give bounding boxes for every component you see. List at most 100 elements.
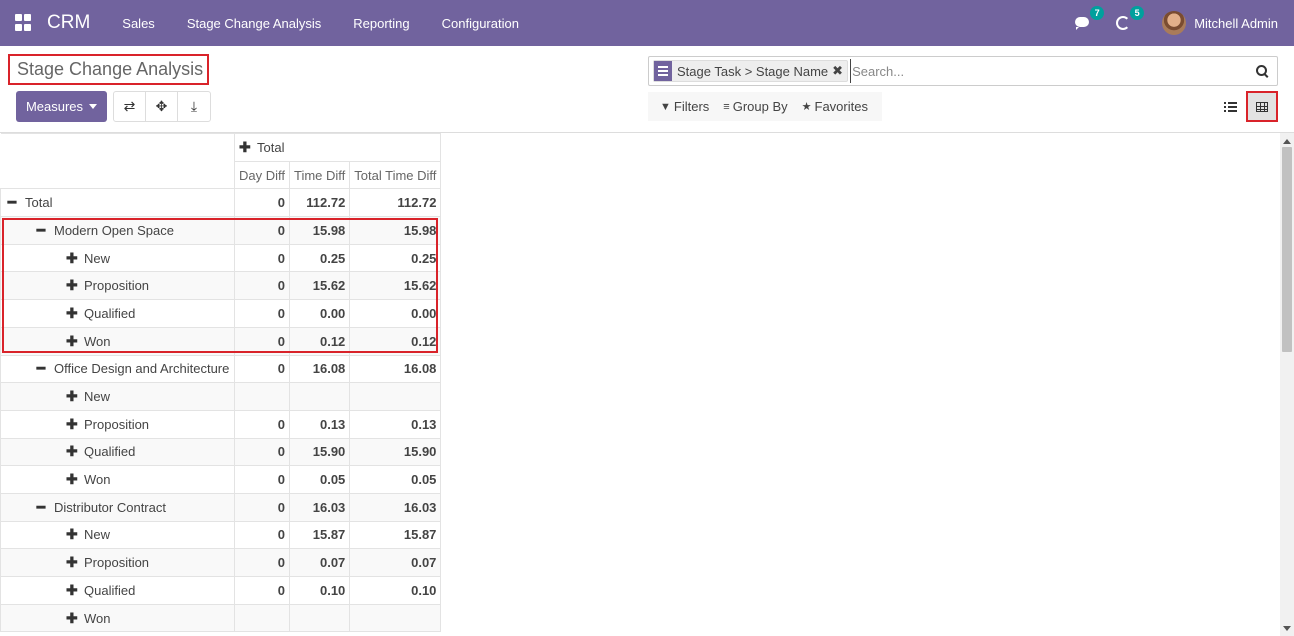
row-header[interactable]: ━ Total xyxy=(0,188,235,218)
row-header[interactable]: ✚ Proposition xyxy=(0,409,235,439)
vertical-scrollbar[interactable] xyxy=(1280,133,1294,636)
row-header[interactable]: ✚ New xyxy=(0,520,235,550)
menu-sales[interactable]: Sales xyxy=(106,16,171,31)
search-input[interactable] xyxy=(850,59,1256,83)
pivot-cell[interactable]: 0.10 xyxy=(288,576,351,605)
scrollbar-thumb[interactable] xyxy=(1282,147,1292,352)
pivot-cell[interactable]: 0.00 xyxy=(288,299,351,328)
row-header[interactable]: ✚ Proposition xyxy=(0,548,235,577)
plus-icon: ✚ xyxy=(66,277,78,294)
row-header-label: Won xyxy=(84,472,111,488)
pivot-cell[interactable]: 15.90 xyxy=(349,437,442,467)
pivot-cell[interactable]: 0 xyxy=(234,576,290,605)
row-header[interactable]: ✚ New xyxy=(0,382,235,411)
plus-icon: ✚ xyxy=(66,443,78,460)
pivot-cell[interactable] xyxy=(288,603,351,633)
row-header[interactable]: ✚ Won xyxy=(0,465,235,494)
row-header[interactable]: ✚ Qualified xyxy=(0,576,235,605)
measure-header-day-diff[interactable]: Day Diff xyxy=(234,160,290,190)
pivot-cell[interactable]: 0.07 xyxy=(288,548,351,577)
group-by-button[interactable]: ≡ Group By xyxy=(719,99,791,114)
scroll-up-arrow-icon[interactable] xyxy=(1283,139,1291,144)
pivot-cell[interactable]: 0 xyxy=(234,548,290,577)
pivot-cell[interactable]: 0 xyxy=(234,520,290,550)
pivot-cell[interactable]: 0.00 xyxy=(349,299,442,328)
pivot-cell[interactable]: 15.87 xyxy=(349,520,442,550)
caret-down-icon xyxy=(89,104,98,109)
group-by-label: Group By xyxy=(732,99,788,114)
pivot-cell[interactable]: 16.03 xyxy=(349,492,442,522)
pivot-cell[interactable] xyxy=(234,603,290,633)
pivot-cell[interactable]: 16.03 xyxy=(288,492,351,522)
filters-button[interactable]: ▼ Filters xyxy=(656,99,713,114)
pivot-cell[interactable]: 0 xyxy=(234,409,290,439)
download-icon[interactable]: ⤓ xyxy=(178,92,210,121)
page-title: Stage Change Analysis xyxy=(8,54,209,85)
pivot-cell[interactable]: 16.08 xyxy=(349,354,442,384)
row-header[interactable]: ✚ Won xyxy=(0,326,235,356)
col-header-total[interactable]: ✚ Total xyxy=(233,133,442,162)
user-name[interactable]: Mitchell Admin xyxy=(1194,16,1278,31)
row-header[interactable]: ━ Office Design and Architecture xyxy=(0,354,235,384)
pivot-cell[interactable]: 0 xyxy=(234,492,290,522)
pivot-cell[interactable] xyxy=(288,382,351,411)
pivot-cell[interactable]: 15.62 xyxy=(349,271,442,301)
pivot-cell[interactable]: 0.05 xyxy=(288,465,351,494)
menu-reporting[interactable]: Reporting xyxy=(337,16,425,31)
pivot-cell[interactable]: 0.25 xyxy=(349,243,442,273)
user-avatar[interactable] xyxy=(1162,11,1187,35)
list-view-button[interactable] xyxy=(1214,91,1246,122)
scroll-down-arrow-icon[interactable] xyxy=(1283,626,1291,631)
pivot-cell[interactable]: 15.98 xyxy=(349,216,442,245)
activities-icon[interactable]: 5 xyxy=(1114,6,1145,32)
expand-all-icon[interactable]: ✥ xyxy=(146,92,178,121)
pivot-cell[interactable]: 112.72 xyxy=(288,188,351,218)
search-icon[interactable] xyxy=(1256,64,1269,78)
facet-remove-icon[interactable]: ✖ xyxy=(832,63,847,79)
pivot-cell[interactable]: 0 xyxy=(234,354,290,384)
pivot-cell[interactable]: 0 xyxy=(234,216,290,245)
measure-header-time-diff[interactable]: Time Diff xyxy=(288,160,351,190)
pivot-cell[interactable]: 112.72 xyxy=(349,188,442,218)
pivot-cell[interactable]: 15.62 xyxy=(288,271,351,301)
pivot-cell[interactable]: 0 xyxy=(234,243,290,273)
pivot-cell[interactable]: 15.90 xyxy=(288,437,351,467)
pivot-cell[interactable]: 0.25 xyxy=(288,243,351,273)
pivot-cell[interactable]: 16.08 xyxy=(288,354,351,384)
messages-icon[interactable]: 7 xyxy=(1074,6,1105,32)
pivot-cell[interactable]: 0 xyxy=(234,188,290,218)
pivot-cell[interactable]: 0.12 xyxy=(288,326,351,356)
pivot-cell[interactable]: 15.87 xyxy=(288,520,351,550)
pivot-cell[interactable]: 0 xyxy=(234,326,290,356)
pivot-cell[interactable]: 0.10 xyxy=(349,576,442,605)
flip-axis-icon[interactable]: ⇄ xyxy=(114,92,146,121)
measure-header-total-time-diff[interactable]: Total Time Diff xyxy=(349,160,442,190)
pivot-cell[interactable]: 0.13 xyxy=(288,409,351,439)
pivot-cell[interactable]: 0.12 xyxy=(349,326,442,356)
pivot-cell[interactable]: 0 xyxy=(234,299,290,328)
row-header[interactable]: ✚ Qualified xyxy=(0,437,235,467)
menu-stage-change-analysis[interactable]: Stage Change Analysis xyxy=(171,16,337,31)
pivot-cell[interactable]: 0.07 xyxy=(349,548,442,577)
apps-menu-icon[interactable] xyxy=(15,14,33,32)
row-header[interactable]: ━ Distributor Contract xyxy=(0,492,235,522)
pivot-cell[interactable]: 0 xyxy=(234,437,290,467)
row-header[interactable]: ✚ Won xyxy=(0,603,235,633)
pivot-cell[interactable]: 15.98 xyxy=(288,216,351,245)
pivot-view-button[interactable] xyxy=(1246,91,1278,122)
row-header[interactable]: ━ Modern Open Space xyxy=(0,216,235,245)
pivot-cell[interactable]: 0.13 xyxy=(349,409,442,439)
measures-button[interactable]: Measures xyxy=(16,91,107,122)
menu-configuration[interactable]: Configuration xyxy=(426,16,535,31)
pivot-cell[interactable]: 0 xyxy=(234,271,290,301)
pivot-cell[interactable]: 0 xyxy=(234,465,290,494)
pivot-cell[interactable] xyxy=(349,603,442,633)
row-header[interactable]: ✚ Proposition xyxy=(0,271,235,301)
pivot-cell[interactable] xyxy=(234,382,290,411)
pivot-cell[interactable] xyxy=(349,382,442,411)
app-brand[interactable]: CRM xyxy=(47,12,90,34)
row-header[interactable]: ✚ Qualified xyxy=(0,299,235,328)
pivot-cell[interactable]: 0.05 xyxy=(349,465,442,494)
row-header[interactable]: ✚ New xyxy=(0,243,235,273)
favorites-button[interactable]: ★ Favorites xyxy=(798,99,872,114)
